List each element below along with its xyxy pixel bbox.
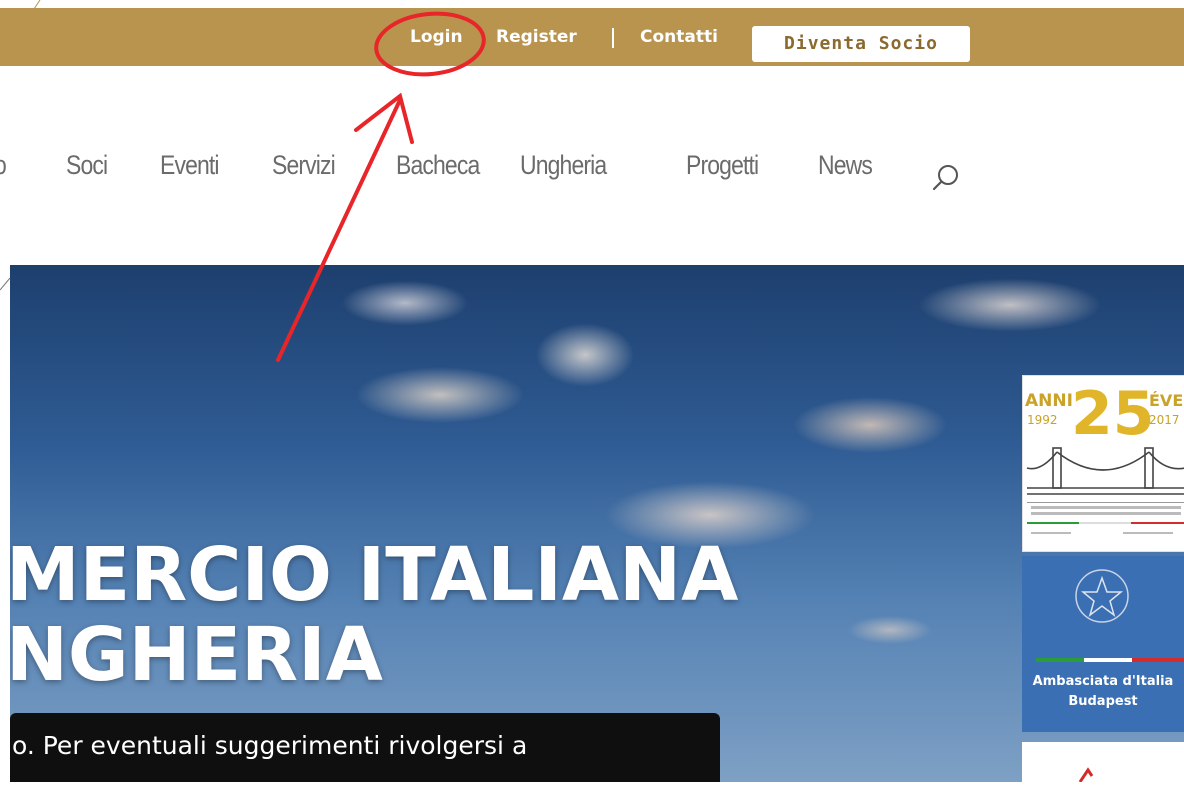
anniversary-logo: ANNI 1992 25 ÉVE 2017 [1025,379,1184,534]
svg-text:ANNI: ANNI [1025,391,1073,411]
svg-text:25: 25 [1071,379,1155,449]
annotation-arrow-head [354,92,414,144]
hero-caption-text: o. Per eventuali suggerimenti rivolgersi… [12,731,528,760]
decorative-line-2 [0,277,11,291]
hero-title-line2: NGHERIA [10,612,383,698]
hero-title-line1: MERCIO ITALIANA [10,532,739,618]
top-utility-bar: Login Register Contatti Diventa Socio [0,8,1184,66]
partner-badge[interactable] [1022,742,1184,783]
embassy-name: Ambasciata d'Italia [1032,674,1174,689]
nav-item-truncated[interactable]: o [0,150,7,181]
svg-text:2017: 2017 [1149,413,1180,427]
nav-item-eventi[interactable]: Eventi [160,150,220,181]
hero-banner: MERCIO ITALIANA NGHERIA o. Per eventuali… [10,265,1184,782]
search-icon[interactable] [928,160,964,196]
nav-item-ungheria[interactable]: Ungheria [520,150,607,181]
topbar-divider [612,28,614,48]
embassy-city: Budapest [1068,694,1138,709]
diventa-socio-button[interactable]: Diventa Socio [752,26,970,62]
svg-text:ÉVE: ÉVE [1149,391,1183,410]
register-link[interactable]: Register [496,8,577,66]
contatti-link[interactable]: Contatti [640,8,718,66]
nav-item-progetti[interactable]: Progetti [686,150,759,181]
embassy-badge[interactable]: Ambasciata d'Italia Budapest [1022,556,1184,732]
svg-text:1992: 1992 [1027,413,1058,427]
login-link[interactable]: Login [410,8,463,66]
partner-logo-icon [1078,767,1094,783]
nav-item-bacheca[interactable]: Bacheca [396,150,480,181]
nav-item-servizi[interactable]: Servizi [272,150,336,181]
anniversary-badge[interactable]: ANNI 1992 25 ÉVE 2017 [1022,375,1184,552]
nav-item-news[interactable]: News [818,150,873,181]
hero-caption-box: o. Per eventuali suggerimenti rivolgersi… [10,713,720,782]
nav-item-soci[interactable]: Soci [66,150,108,181]
